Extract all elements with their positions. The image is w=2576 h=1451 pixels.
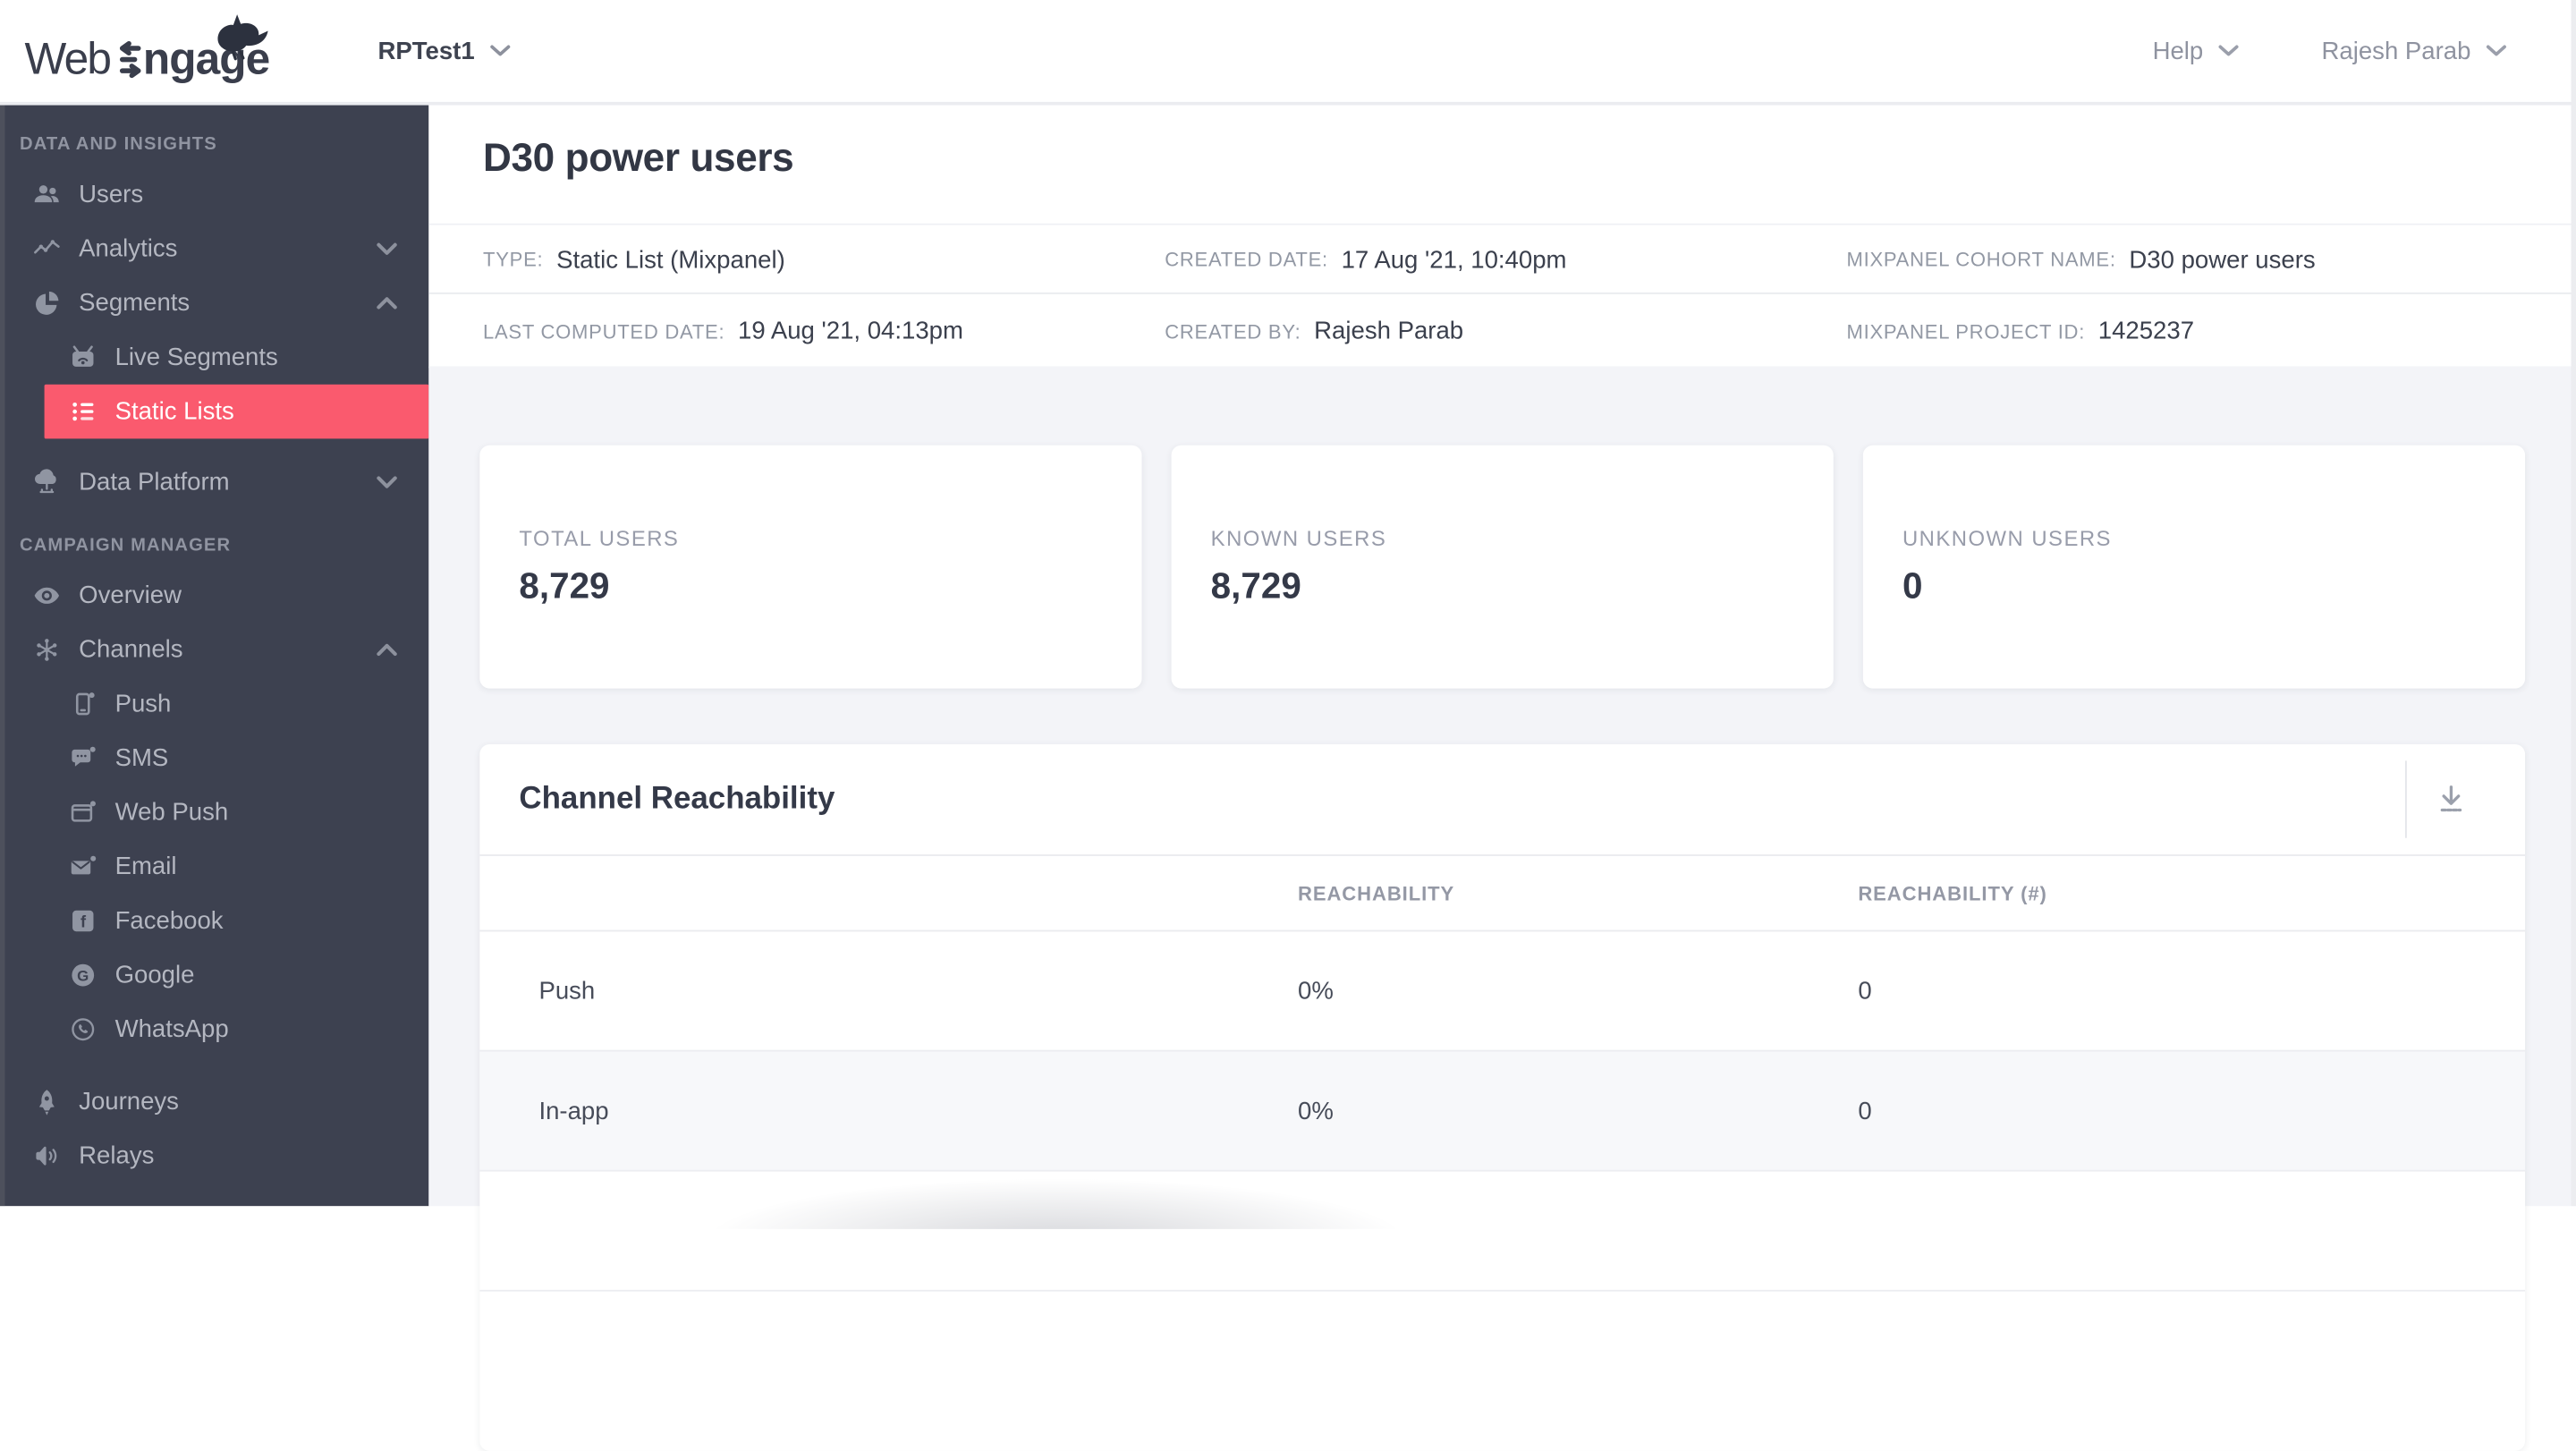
data-platform-icon bbox=[35, 469, 56, 494]
chevron-down-icon bbox=[377, 242, 397, 255]
sidebar-item-live-segments[interactable]: Live Segments bbox=[0, 330, 428, 385]
panel-title: Channel Reachability bbox=[519, 781, 835, 816]
divider bbox=[2404, 760, 2407, 838]
table-row-partial bbox=[479, 1172, 2526, 1292]
live-segments-icon bbox=[72, 345, 94, 367]
main-content: D30 power users TYPE: Static List (Mixpa… bbox=[428, 101, 2576, 1451]
google-icon: G bbox=[72, 963, 95, 987]
sidebar-item-google[interactable]: G Google bbox=[0, 948, 428, 1003]
table-row-in-app: In-app 0% 0 bbox=[479, 1051, 2526, 1172]
webengage-app: Web ngage RPTest1 Help Rajesh Parab DATA… bbox=[0, 0, 2576, 1451]
static-lists-icon bbox=[72, 402, 94, 421]
section-heading-campaign-manager: CAMPAIGN MANAGER bbox=[20, 535, 232, 556]
meta-mixpanel-cohort: MIXPANEL COHORT NAME: D30 power users bbox=[1846, 245, 2316, 274]
meta-last-computed: LAST COMPUTED DATE: 19 Aug '21, 04:13pm bbox=[482, 317, 963, 345]
chevron-down-icon bbox=[377, 476, 397, 488]
top-navbar: Web ngage RPTest1 Help Rajesh Parab bbox=[0, 0, 2576, 106]
logo-text-web: Web bbox=[24, 34, 112, 84]
chevron-down-icon bbox=[2486, 45, 2506, 56]
column-header-reachability-count: REACHABILITY (#) bbox=[1858, 881, 2047, 905]
column-header-reachability: REACHABILITY bbox=[1298, 881, 1455, 905]
chevron-down-icon bbox=[490, 45, 511, 56]
sidebar-item-email[interactable]: Email bbox=[0, 840, 428, 895]
sidebar-item-whatsapp[interactable]: WhatsApp bbox=[0, 1002, 428, 1056]
svg-text:G: G bbox=[77, 967, 89, 984]
sidebar-item-journeys[interactable]: Journeys bbox=[0, 1074, 428, 1129]
table-header-row: REACHABILITY REACHABILITY (#) bbox=[479, 856, 2526, 932]
meta-row-2: LAST COMPUTED DATE: 19 Aug '21, 04:13pm … bbox=[428, 292, 2576, 368]
user-name: Rajesh Parab bbox=[2321, 37, 2471, 65]
help-label: Help bbox=[2152, 37, 2204, 65]
chevron-down-icon bbox=[2218, 45, 2239, 56]
section-heading-data-insights: DATA AND INSIGHTS bbox=[20, 134, 217, 155]
stat-card-unknown-users: UNKNOWN USERS 0 bbox=[1862, 445, 2526, 689]
table-row-push: Push 0% 0 bbox=[479, 931, 2526, 1052]
sidebar-item-segments[interactable]: Segments bbox=[0, 276, 428, 331]
stat-card-known-users: KNOWN USERS 8,729 bbox=[1171, 445, 1834, 689]
web-push-icon bbox=[71, 801, 96, 822]
help-menu[interactable]: Help bbox=[2152, 37, 2240, 65]
download-icon bbox=[2440, 785, 2462, 812]
meta-type: TYPE: Static List (Mixpanel) bbox=[482, 245, 785, 274]
megaphone-icon bbox=[36, 1146, 57, 1166]
channels-hub-icon bbox=[37, 639, 57, 661]
analytics-icon bbox=[34, 240, 60, 254]
user-menu[interactable]: Rajesh Parab bbox=[2321, 37, 2507, 65]
page-title: D30 power users bbox=[482, 136, 794, 182]
whatsapp-icon bbox=[72, 1018, 95, 1041]
svg-text:f: f bbox=[80, 913, 87, 931]
chevron-up-icon bbox=[377, 643, 397, 657]
email-envelope-icon bbox=[71, 855, 97, 875]
meta-row-1: TYPE: Static List (Mixpanel) CREATED DAT… bbox=[428, 223, 2576, 294]
users-icon bbox=[34, 185, 59, 203]
project-selector[interactable]: RPTest1 bbox=[377, 0, 511, 102]
chevron-up-icon bbox=[377, 297, 397, 310]
logo-e-arrows-icon bbox=[120, 40, 141, 79]
list-header-band: D30 power users TYPE: Static List (Mixpa… bbox=[428, 101, 2576, 369]
logo-bird-icon bbox=[217, 14, 268, 61]
sidebar-item-push[interactable]: Push bbox=[0, 677, 428, 732]
sidebar-item-overview[interactable]: Overview bbox=[0, 569, 428, 624]
page-scrollbar[interactable] bbox=[2571, 0, 2576, 1207]
navbar-right: Help Rajesh Parab bbox=[2153, 0, 2507, 102]
sidebar: DATA AND INSIGHTS Users Analytics Segmen… bbox=[0, 101, 429, 1207]
content-area: TOTAL USERS 8,729 KNOWN USERS 8,729 UNKN… bbox=[428, 366, 2576, 1451]
meta-created-date: CREATED DATE: 17 Aug '21, 10:40pm bbox=[1165, 245, 1567, 274]
webengage-logo[interactable]: Web ngage bbox=[24, 14, 270, 90]
facebook-icon: f bbox=[72, 910, 94, 932]
project-name: RPTest1 bbox=[377, 37, 475, 65]
sidebar-item-analytics[interactable]: Analytics bbox=[0, 222, 428, 276]
sidebar-item-data-platform[interactable]: Data Platform bbox=[0, 455, 428, 510]
sms-bubble-icon bbox=[72, 746, 96, 767]
stat-cards: TOTAL USERS 8,729 KNOWN USERS 8,729 UNKN… bbox=[479, 445, 2526, 689]
stat-card-total-users: TOTAL USERS 8,729 bbox=[479, 445, 1142, 689]
sidebar-item-facebook[interactable]: f Facebook bbox=[0, 894, 428, 948]
sidebar-item-sms[interactable]: SMS bbox=[0, 731, 428, 785]
meta-mixpanel-project-id: MIXPANEL PROJECT ID: 1425237 bbox=[1846, 317, 2195, 345]
mobile-push-icon bbox=[75, 692, 95, 716]
channel-reachability-panel: Channel Reachability REACHABILITY REACHA… bbox=[479, 744, 2526, 1451]
segments-icon bbox=[36, 291, 59, 315]
rocket-icon bbox=[38, 1090, 55, 1116]
panel-header: Channel Reachability bbox=[479, 744, 2526, 856]
download-button[interactable] bbox=[2425, 772, 2478, 825]
sidebar-item-channels[interactable]: Channels bbox=[0, 623, 428, 677]
eye-icon bbox=[34, 587, 60, 604]
meta-created-by: CREATED BY: Rajesh Parab bbox=[1165, 317, 1464, 345]
sidebar-item-relays[interactable]: Relays bbox=[0, 1129, 428, 1184]
sidebar-item-users[interactable]: Users bbox=[0, 167, 428, 222]
sidebar-item-static-lists[interactable]: Static Lists bbox=[44, 384, 429, 439]
sidebar-item-web-push[interactable]: Web Push bbox=[0, 785, 428, 840]
